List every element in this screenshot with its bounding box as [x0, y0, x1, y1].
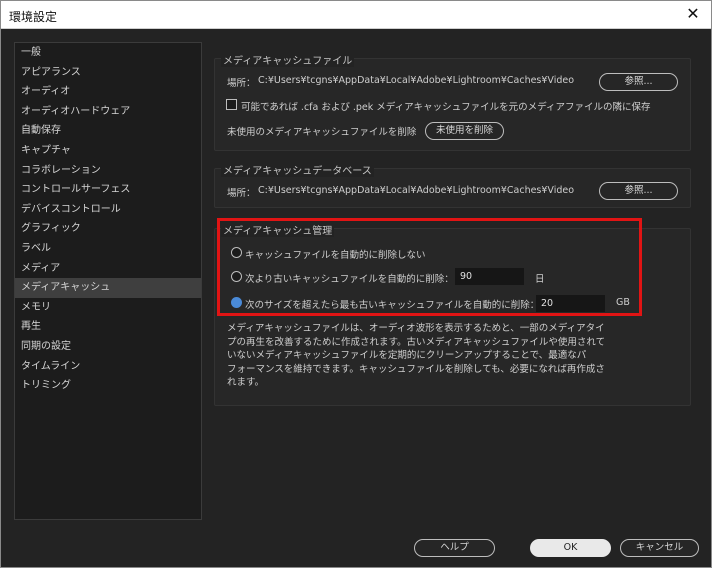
- description-line: れます。: [227, 377, 265, 388]
- cache-files-location-label: 場所：: [227, 78, 256, 89]
- cache-files-browse-button[interactable]: 参照...: [599, 73, 678, 91]
- cache-files-location-path: C:¥Users¥tcgns¥AppData¥Local¥Adobe¥Light…: [258, 75, 575, 86]
- title-bar: 環境設定 ✕: [1, 1, 711, 29]
- group-title-cache-files: メディアキャッシュファイル: [221, 52, 355, 67]
- sidebar-item-collaboration[interactable]: コラボレーション: [15, 161, 201, 181]
- sidebar-item-capture[interactable]: キャプチャ: [15, 141, 201, 161]
- cache-db-browse-button[interactable]: 参照...: [599, 182, 678, 200]
- close-icon[interactable]: ✕: [683, 4, 703, 24]
- sidebar-item-media[interactable]: メディア: [15, 259, 201, 279]
- cancel-button[interactable]: キャンセル: [620, 539, 699, 557]
- preferences-dialog: 環境設定 ✕ 一般 アピアランス オーディオ オーディオハードウェア 自動保存 …: [0, 0, 712, 568]
- sidebar-item-auto-save[interactable]: 自動保存: [15, 121, 201, 141]
- save-next-to-originals-label: 可能であれば .cfa および .pek メディアキャッシュファイルを元のメディ…: [241, 102, 651, 113]
- description-line: メディアキャッシュファイルは、オーディオ波形を表示するためと、一部のメディアタイ: [227, 323, 605, 334]
- sidebar-item-labels[interactable]: ラベル: [15, 239, 201, 259]
- ok-button[interactable]: OK: [530, 539, 611, 557]
- cache-db-location-label: 場所：: [227, 188, 256, 199]
- cache-description: メディアキャッシュファイルは、オーディオ波形を表示するためと、一部のメディアタイ…: [227, 322, 627, 390]
- sidebar-item-control-surface[interactable]: コントロールサーフェス: [15, 180, 201, 200]
- sidebar-item-memory[interactable]: メモリ: [15, 298, 201, 318]
- delete-unused-button[interactable]: 未使用を削除: [425, 122, 504, 140]
- sidebar-item-playback[interactable]: 再生: [15, 317, 201, 337]
- annotation-highlight-box: [217, 218, 642, 316]
- sidebar-item-sync-settings[interactable]: 同期の設定: [15, 337, 201, 357]
- window-title: 環境設定: [9, 10, 58, 24]
- sidebar-item-device-control[interactable]: デバイスコントロール: [15, 200, 201, 220]
- sidebar-item-general[interactable]: 一般: [15, 43, 201, 63]
- save-next-to-originals-checkbox[interactable]: [226, 99, 237, 110]
- sidebar-item-appearance[interactable]: アピアランス: [15, 63, 201, 83]
- sidebar-item-trimming[interactable]: トリミング: [15, 376, 201, 396]
- sidebar-item-timeline[interactable]: タイムライン: [15, 357, 201, 377]
- sidebar-item-audio-hardware[interactable]: オーディオハードウェア: [15, 102, 201, 122]
- sidebar-list: 一般 アピアランス オーディオ オーディオハードウェア 自動保存 キャプチャ コ…: [14, 42, 202, 520]
- sidebar-item-media-cache[interactable]: メディアキャッシュ: [15, 278, 201, 298]
- description-line: プの再生を改善するために作成されます。古いメディアキャッシュファイルや使用されて: [227, 336, 606, 348]
- sidebar-item-graphics[interactable]: グラフィック: [15, 219, 201, 239]
- description-line: フォーマンスを維持できます。キャッシュファイルを削除しても、必要になれば再作成さ: [227, 363, 605, 375]
- sidebar-item-audio[interactable]: オーディオ: [15, 82, 201, 102]
- delete-unused-label: 未使用のメディアキャッシュファイルを削除: [227, 127, 417, 138]
- help-button[interactable]: ヘルプ: [414, 539, 495, 557]
- description-line: いないメディアキャッシュファイルを定期的にクリーンアップすることで、最適なパ: [227, 350, 587, 361]
- cache-db-location-path: C:¥Users¥tcgns¥AppData¥Local¥Adobe¥Light…: [258, 185, 575, 196]
- group-title-cache-db: メディアキャッシュデータベース: [221, 162, 374, 177]
